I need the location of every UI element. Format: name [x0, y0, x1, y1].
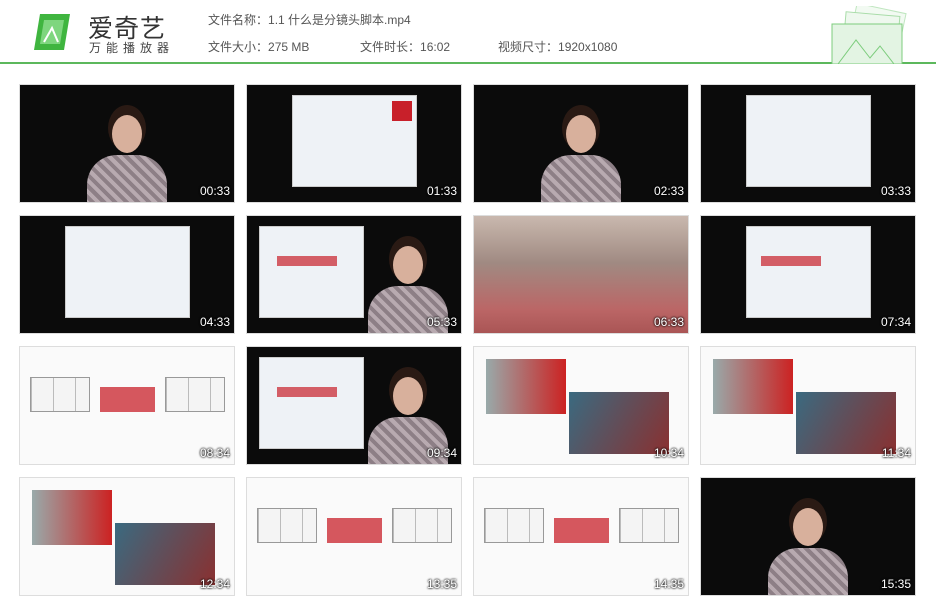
timestamp: 09:34: [426, 446, 457, 460]
thumbnail[interactable]: 13:35: [246, 477, 462, 596]
timestamp: 11:34: [881, 446, 911, 460]
timestamp: 00:33: [199, 184, 230, 198]
red-block: [761, 256, 821, 266]
red-block: [554, 518, 609, 543]
thumbnail[interactable]: 02:33: [473, 84, 689, 203]
thumbnail[interactable]: 09:34: [246, 346, 462, 465]
thumbnail[interactable]: 14:35: [473, 477, 689, 596]
storyboard-sketch: [619, 508, 679, 543]
thumbnail[interactable]: 05:33: [246, 215, 462, 334]
resolution-value: 1920x1080: [558, 40, 618, 54]
file-size-label: 文件大小：: [208, 40, 269, 54]
file-size-value: 275 MB: [268, 40, 310, 54]
timestamp: 10:34: [653, 446, 684, 460]
iqiyi-logo-icon: [34, 14, 70, 50]
file-name-label: 文件名称：: [208, 13, 269, 27]
file-name-value: 1.1 什么是分镜头脚本.mp4: [268, 13, 411, 27]
storyboard-sketch: [484, 508, 544, 543]
slide-frame: [746, 226, 871, 318]
timestamp: 13:35: [426, 577, 457, 591]
timestamp: 07:34: [880, 315, 911, 329]
red-block: [392, 101, 412, 121]
thumbnail-grid: 00:33 01:33 02:33 03:33 04:33 05:33 06:33 07:34…: [19, 84, 916, 596]
red-block: [277, 387, 337, 397]
thumbnail[interactable]: 07:34: [700, 215, 916, 334]
timestamp: 08:34: [199, 446, 230, 460]
thumbnail[interactable]: 00:33: [19, 84, 235, 203]
red-block: [277, 256, 337, 266]
timestamp: 15:35: [880, 577, 911, 591]
photo: [115, 523, 215, 585]
resolution-label: 视频尺寸：: [498, 40, 559, 54]
red-block: [100, 387, 155, 412]
thumbnail[interactable]: 04:33: [19, 215, 235, 334]
presenter-figure: [82, 107, 172, 202]
duration-info: 文件时长：16:02: [360, 38, 450, 55]
photo: [32, 490, 112, 545]
thumbnail[interactable]: 08:34: [19, 346, 235, 465]
slide-frame: [65, 226, 190, 318]
slide-frame: [746, 95, 871, 187]
timestamp: 05:33: [426, 315, 457, 329]
timestamp: 14:35: [653, 577, 684, 591]
timestamp: 12:34: [199, 577, 230, 591]
thumbnail[interactable]: 01:33: [246, 84, 462, 203]
storyboard-sketch: [30, 377, 90, 412]
storyboard-sketch: [165, 377, 225, 412]
header: 爱奇艺 万能播放器 文件名称：1.1 什么是分镜头脚本.mp4 文件大小：275…: [0, 0, 936, 64]
file-name-info: 文件名称：1.1 什么是分镜头脚本.mp4: [208, 11, 411, 28]
thumbnail[interactable]: 06:33: [473, 215, 689, 334]
timestamp: 02:33: [653, 184, 684, 198]
thumbnail[interactable]: 11:34: [700, 346, 916, 465]
storyboard-sketch: [392, 508, 452, 543]
timestamp: 06:33: [653, 315, 684, 329]
thumbnail[interactable]: 12:34: [19, 477, 235, 596]
duration-label: 文件时长：: [360, 40, 421, 54]
resolution-info: 视频尺寸：1920x1080: [498, 38, 617, 55]
duration-value: 16:02: [420, 40, 451, 54]
file-size-info: 文件大小：275 MB: [208, 38, 309, 55]
storyboard-sketch: [257, 508, 317, 543]
timestamp: 04:33: [199, 315, 230, 329]
photo: [569, 392, 669, 454]
slide-frame: [259, 357, 364, 449]
slide-frame: [259, 226, 364, 318]
red-block: [327, 518, 382, 543]
timestamp: 03:33: [880, 184, 911, 198]
photo: [486, 359, 566, 414]
image-stack-icon: [831, 6, 907, 64]
photo: [713, 359, 793, 414]
photo: [796, 392, 896, 454]
presenter-figure: [763, 500, 853, 595]
timestamp: 01:33: [426, 184, 457, 198]
brand-subtitle: 万能播放器: [89, 41, 175, 55]
thumbnail[interactable]: 03:33: [700, 84, 916, 203]
thumbnail[interactable]: 10:34: [473, 346, 689, 465]
presenter-figure: [536, 107, 626, 202]
thumbnail[interactable]: 15:35: [700, 477, 916, 596]
